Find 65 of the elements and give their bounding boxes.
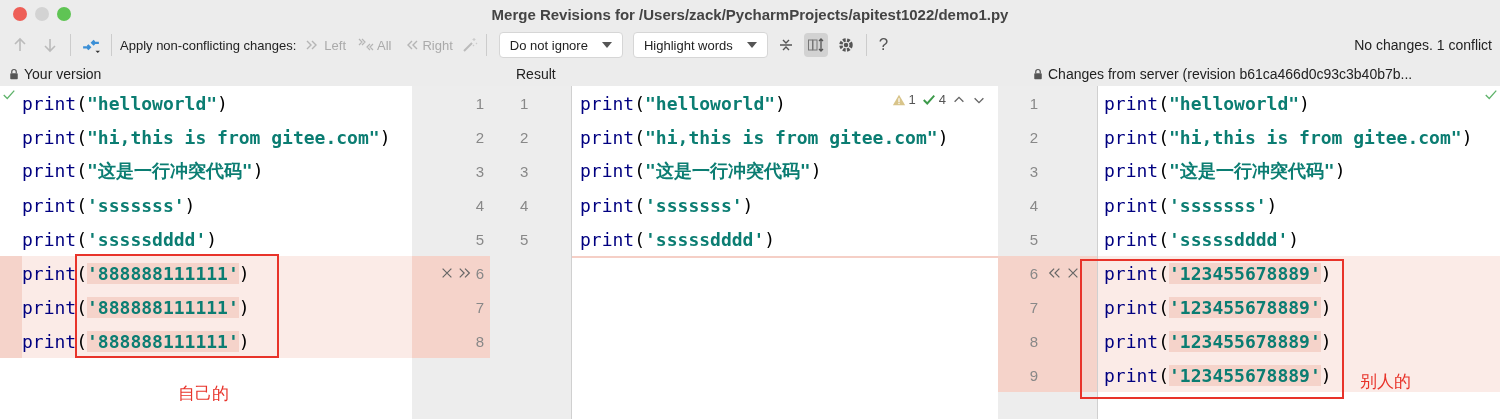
warning-count[interactable]: 1 <box>891 92 916 107</box>
code-line: print('sssssdddd') <box>22 228 218 250</box>
line-number: 1 <box>1029 94 1038 112</box>
code-line: print('sssssss') <box>1104 194 1278 216</box>
window-title: Merge Revisions for /Users/zack/PycharmProjects/apitest1022/demo1.py <box>491 5 1009 23</box>
line-number: 3 <box>475 162 484 180</box>
double-chevron-icon[interactable] <box>1048 266 1062 280</box>
check-icon <box>1484 88 1498 102</box>
caret-icon <box>746 42 757 48</box>
line-number: 6 <box>475 264 484 282</box>
line-number: 1 <box>475 94 484 112</box>
apply-label: Apply non-conflicting changes: <box>120 37 297 53</box>
conflict-marker <box>0 256 22 290</box>
dropdown[interactable]: Do not ignore <box>498 32 623 58</box>
sync-scroll-toggle[interactable] <box>803 33 828 57</box>
pane-title: Your version <box>24 66 102 82</box>
line-number: 8 <box>475 332 484 350</box>
pane-title: Changes from server (revision b61ca466d0c93c3b40b7b... <box>1048 66 1413 82</box>
line-number: 4 <box>1029 196 1038 214</box>
code-line: print("这是一行冲突代码") <box>22 159 264 183</box>
code-line: print("hi,this is from gitee.com") <box>22 126 391 148</box>
line-number: 9 <box>1029 366 1038 384</box>
dropdown[interactable]: Highlight words <box>632 32 768 58</box>
line-number: 2 <box>475 128 484 146</box>
code-line: print('sssssdddd') <box>580 228 776 250</box>
line-number: 3 <box>519 162 529 180</box>
double-chevron-icon <box>358 37 375 53</box>
code-line: print('sssssss') <box>22 194 196 216</box>
conflict-marker <box>0 324 22 358</box>
line-number: 4 <box>475 196 484 214</box>
code-line: print("hi,this is from gitee.com") <box>1104 126 1473 148</box>
caret-icon <box>601 42 612 48</box>
code-line: print("hi,this is from gitee.com") <box>580 126 949 148</box>
annotation-label: 自己的 <box>178 383 229 405</box>
code-line: print("helloworld") <box>1104 92 1310 114</box>
line-number: 7 <box>475 298 484 316</box>
settings-icon[interactable] <box>836 36 855 54</box>
line-number: 2 <box>519 128 529 146</box>
line-number: 2 <box>1029 128 1038 146</box>
code-line: print('sssssdddd') <box>1104 228 1300 250</box>
code-line: print('sssssss') <box>580 194 754 216</box>
line-number: 5 <box>519 230 529 248</box>
line-number: 7 <box>1029 298 1038 316</box>
pane-title: Result <box>516 66 556 82</box>
line-number: 1 <box>519 94 529 112</box>
status-text: No changes. 1 conflict <box>1354 37 1492 53</box>
annotation-label: 别人的 <box>1360 371 1411 393</box>
window-close-button[interactable] <box>13 7 27 21</box>
code-line: print("这是一行冲突代码") <box>580 159 822 183</box>
help-button[interactable]: ? <box>874 35 893 55</box>
line-number: 5 <box>475 230 484 248</box>
code-line: print("helloworld") <box>22 92 228 114</box>
line-number: 4 <box>519 196 529 214</box>
code-line: print("helloworld") <box>580 92 786 114</box>
typo-count[interactable]: 4 <box>921 92 946 107</box>
line-number: 8 <box>1029 332 1038 350</box>
line-number: 5 <box>1029 230 1038 248</box>
double-chevron-icon[interactable] <box>457 266 472 280</box>
line-number: 3 <box>1029 162 1038 180</box>
code-line: print("这是一行冲突代码") <box>1104 159 1346 183</box>
collapse-icon[interactable] <box>777 37 794 53</box>
line-number: 6 <box>1029 264 1038 282</box>
check-icon <box>2 88 16 102</box>
check-icon <box>921 92 936 107</box>
cross-icon[interactable] <box>1066 266 1080 280</box>
